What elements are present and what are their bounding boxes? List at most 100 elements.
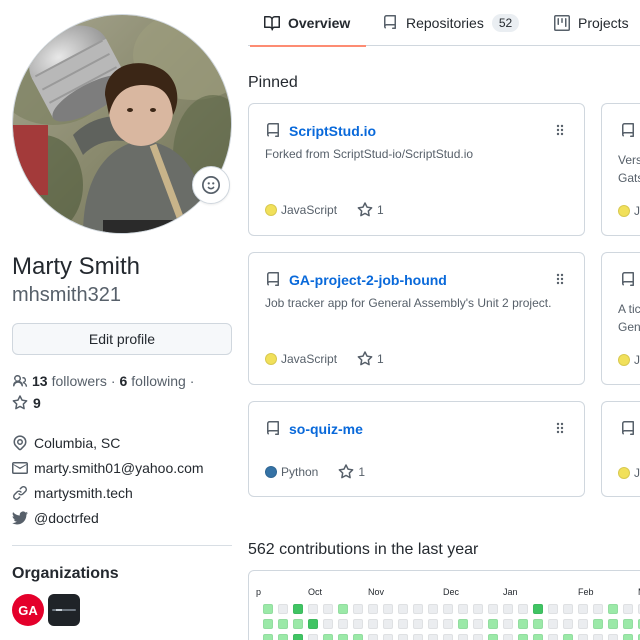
contribution-day-cell[interactable] [383,604,393,614]
repo-link[interactable]: so-quiz-me [289,421,363,437]
tab-repositories[interactable]: Repositories 52 [382,0,520,46]
drag-handle-icon[interactable] [556,273,564,285]
contribution-day-cell[interactable] [338,604,348,614]
contribution-day-cell[interactable] [368,634,378,640]
contribution-day-cell[interactable] [623,619,633,629]
contribution-day-cell[interactable] [308,619,318,629]
contribution-day-cell[interactable] [623,634,633,640]
contribution-day-cell[interactable] [368,619,378,629]
org-logo-icon [52,609,76,611]
contribution-day-cell[interactable] [488,619,498,629]
contribution-day-cell[interactable] [263,634,273,640]
contribution-day-cell[interactable] [473,634,483,640]
contribution-day-cell[interactable] [383,619,393,629]
set-status-button[interactable] [192,166,230,204]
contribution-day-cell[interactable] [548,619,558,629]
contribution-day-cell[interactable] [323,619,333,629]
contribution-day-cell[interactable] [368,604,378,614]
contribution-day-cell[interactable] [548,634,558,640]
contribution-day-cell[interactable] [293,634,303,640]
org-avatar-dark[interactable] [48,594,80,626]
contribution-day-cell[interactable] [338,619,348,629]
stars-link[interactable]: 9 [12,395,41,411]
contribution-day-cell[interactable] [533,619,543,629]
following-link[interactable]: 6 following [120,373,186,389]
contribution-day-cell[interactable] [308,634,318,640]
profile-email[interactable]: marty.smith01@yahoo.com [12,460,204,476]
contribution-day-cell[interactable] [518,619,528,629]
contribution-day-cell[interactable] [413,634,423,640]
contribution-day-cell[interactable] [548,604,558,614]
contribution-day-cell[interactable] [458,604,468,614]
contribution-day-cell[interactable] [308,604,318,614]
drag-handle-icon[interactable] [556,124,564,136]
contribution-day-cell[interactable] [518,634,528,640]
contribution-day-cell[interactable] [353,619,363,629]
contribution-day-cell[interactable] [458,619,468,629]
org-avatar-ga[interactable]: GA [12,594,44,626]
contribution-day-cell[interactable] [413,604,423,614]
contribution-day-cell[interactable] [278,634,288,640]
repo-link[interactable]: ScriptStud.io [289,123,376,139]
avatar[interactable] [12,14,232,234]
drag-handle-icon[interactable] [556,422,564,434]
contribution-day-cell[interactable] [503,619,513,629]
contribution-day-cell[interactable] [428,604,438,614]
edit-profile-button[interactable]: Edit profile [12,323,232,355]
contribution-day-cell[interactable] [293,604,303,614]
contribution-day-cell[interactable] [488,634,498,640]
contribution-day-cell[interactable] [473,619,483,629]
contribution-day-cell[interactable] [338,634,348,640]
contribution-day-cell[interactable] [398,619,408,629]
contribution-day-cell[interactable] [278,604,288,614]
contribution-day-cell[interactable] [323,634,333,640]
profile-website[interactable]: martysmith.tech [12,485,133,501]
contribution-day-cell[interactable] [563,619,573,629]
profile-twitter[interactable]: @doctrfed [12,510,99,526]
repo-stars[interactable]: 1 [357,351,384,367]
repo-meta: JavaScript 1 [265,202,384,218]
contribution-day-cell[interactable] [533,604,543,614]
contribution-day-cell[interactable] [593,619,603,629]
contribution-day-cell[interactable] [458,634,468,640]
contribution-day-cell[interactable] [413,619,423,629]
repo-link[interactable]: GA-project-2-job-hound [289,272,447,288]
contribution-day-cell[interactable] [518,604,528,614]
contribution-day-cell[interactable] [443,634,453,640]
contribution-day-cell[interactable] [443,619,453,629]
contribution-day-cell[interactable] [473,604,483,614]
contribution-day-cell[interactable] [398,634,408,640]
contribution-day-cell[interactable] [593,634,603,640]
contribution-day-cell[interactable] [563,634,573,640]
contribution-day-cell[interactable] [443,604,453,614]
contribution-day-cell[interactable] [488,604,498,614]
repo-stars[interactable]: 1 [357,202,384,218]
contribution-day-cell[interactable] [428,619,438,629]
contribution-day-cell[interactable] [383,634,393,640]
repo-stars[interactable]: 1 [338,464,365,480]
contribution-day-cell[interactable] [563,604,573,614]
contribution-day-cell[interactable] [503,604,513,614]
contribution-day-cell[interactable] [578,604,588,614]
contribution-day-cell[interactable] [608,634,618,640]
contribution-day-cell[interactable] [428,634,438,640]
contribution-day-cell[interactable] [263,619,273,629]
contribution-day-cell[interactable] [593,604,603,614]
tab-overview[interactable]: Overview [249,0,367,47]
contribution-day-cell[interactable] [278,619,288,629]
contribution-day-cell[interactable] [323,604,333,614]
contribution-day-cell[interactable] [353,604,363,614]
contribution-day-cell[interactable] [578,634,588,640]
contribution-day-cell[interactable] [263,604,273,614]
contribution-day-cell[interactable] [608,619,618,629]
contribution-day-cell[interactable] [608,604,618,614]
contribution-day-cell[interactable] [578,619,588,629]
tab-projects[interactable]: Projects [554,0,629,46]
contribution-day-cell[interactable] [293,619,303,629]
contribution-day-cell[interactable] [623,604,633,614]
contribution-day-cell[interactable] [353,634,363,640]
followers-link[interactable]: 13 followers [32,373,107,389]
contribution-day-cell[interactable] [398,604,408,614]
contribution-day-cell[interactable] [533,634,543,640]
contribution-day-cell[interactable] [503,634,513,640]
